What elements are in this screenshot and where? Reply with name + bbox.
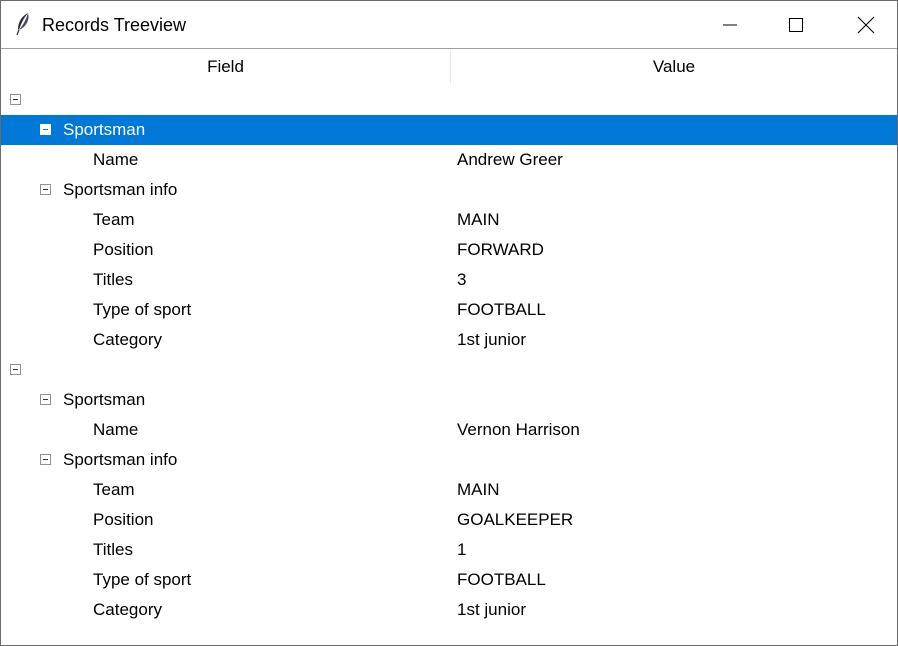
field-label: Titles bbox=[93, 540, 133, 559]
field-value: GOALKEEPER bbox=[457, 510, 574, 529]
field-label: Sportsman info bbox=[63, 450, 178, 469]
collapse-icon[interactable] bbox=[40, 394, 51, 405]
tree-row-name[interactable]: Name Vernon Harrison bbox=[1, 415, 897, 445]
tree-row-team[interactable]: Team MAIN bbox=[1, 475, 897, 505]
field-value: Vernon Harrison bbox=[457, 420, 580, 439]
close-icon bbox=[857, 16, 875, 33]
app-window: Records Treeview Field Value Sportsman N… bbox=[0, 0, 898, 646]
field-value: MAIN bbox=[457, 480, 500, 499]
field-label: Titles bbox=[93, 270, 133, 289]
tree-row-record[interactable] bbox=[1, 85, 897, 115]
collapse-icon[interactable] bbox=[10, 364, 21, 375]
tree-row-titles[interactable]: Titles 1 bbox=[1, 535, 897, 565]
column-header: Field Value bbox=[1, 49, 897, 85]
tree-row-sportsman[interactable]: Sportsman bbox=[1, 115, 897, 145]
collapse-icon[interactable] bbox=[40, 124, 51, 135]
field-label: Type of sport bbox=[93, 570, 192, 589]
field-label: Category bbox=[93, 330, 162, 349]
field-value: 3 bbox=[457, 270, 467, 289]
collapse-icon[interactable] bbox=[10, 94, 21, 105]
minimize-button[interactable] bbox=[707, 1, 753, 48]
tree-row-category[interactable]: Category 1st junior bbox=[1, 325, 897, 355]
field-label: Sportsman bbox=[63, 120, 146, 139]
field-label: Name bbox=[93, 420, 139, 439]
field-label: Sportsman bbox=[63, 390, 146, 409]
field-value: MAIN bbox=[457, 210, 500, 229]
tree-row-category[interactable]: Category 1st junior bbox=[1, 595, 897, 625]
records-tree[interactable]: Sportsman Name Andrew Greer Sportsman in… bbox=[1, 85, 897, 645]
field-label: Team bbox=[93, 480, 135, 499]
field-label: Team bbox=[93, 210, 135, 229]
field-value: 1st junior bbox=[457, 600, 526, 619]
tree-row-position[interactable]: Position GOALKEEPER bbox=[1, 505, 897, 535]
field-value: 1st junior bbox=[457, 330, 526, 349]
field-value: FORWARD bbox=[457, 240, 544, 259]
close-button[interactable] bbox=[843, 1, 889, 48]
field-label: Position bbox=[93, 240, 154, 259]
field-value: 1 bbox=[457, 540, 467, 559]
maximize-button[interactable] bbox=[773, 1, 819, 48]
maximize-icon bbox=[789, 17, 803, 32]
field-value: Andrew Greer bbox=[457, 150, 563, 169]
field-label: Name bbox=[93, 150, 139, 169]
minimize-icon bbox=[723, 24, 737, 25]
field-label: Category bbox=[93, 600, 162, 619]
feather-icon bbox=[16, 13, 29, 36]
column-header-field[interactable]: Field bbox=[1, 49, 450, 85]
tree-row-sportsman-info[interactable]: Sportsman info bbox=[1, 445, 897, 475]
window-title: Records Treeview bbox=[42, 15, 187, 35]
tree-row-titles[interactable]: Titles 3 bbox=[1, 265, 897, 295]
tree-row-record[interactable] bbox=[1, 355, 897, 385]
title-bar[interactable]: Records Treeview bbox=[1, 1, 897, 48]
field-value: FOOTBALL bbox=[457, 570, 546, 589]
tree-row-sportsman[interactable]: Sportsman bbox=[1, 385, 897, 415]
tree-row-position[interactable]: Position FORWARD bbox=[1, 235, 897, 265]
field-value: FOOTBALL bbox=[457, 300, 546, 319]
field-label: Sportsman info bbox=[63, 180, 178, 199]
tree-row-type-of-sport[interactable]: Type of sport FOOTBALL bbox=[1, 295, 897, 325]
tree-row-type-of-sport[interactable]: Type of sport FOOTBALL bbox=[1, 565, 897, 595]
collapse-icon[interactable] bbox=[40, 184, 51, 195]
tree-row-sportsman-info[interactable]: Sportsman info bbox=[1, 175, 897, 205]
tree-row-name[interactable]: Name Andrew Greer bbox=[1, 145, 897, 175]
field-label: Position bbox=[93, 510, 154, 529]
column-header-value[interactable]: Value bbox=[451, 49, 897, 85]
field-label: Type of sport bbox=[93, 300, 192, 319]
collapse-icon[interactable] bbox=[40, 454, 51, 465]
tree-row-team[interactable]: Team MAIN bbox=[1, 205, 897, 235]
